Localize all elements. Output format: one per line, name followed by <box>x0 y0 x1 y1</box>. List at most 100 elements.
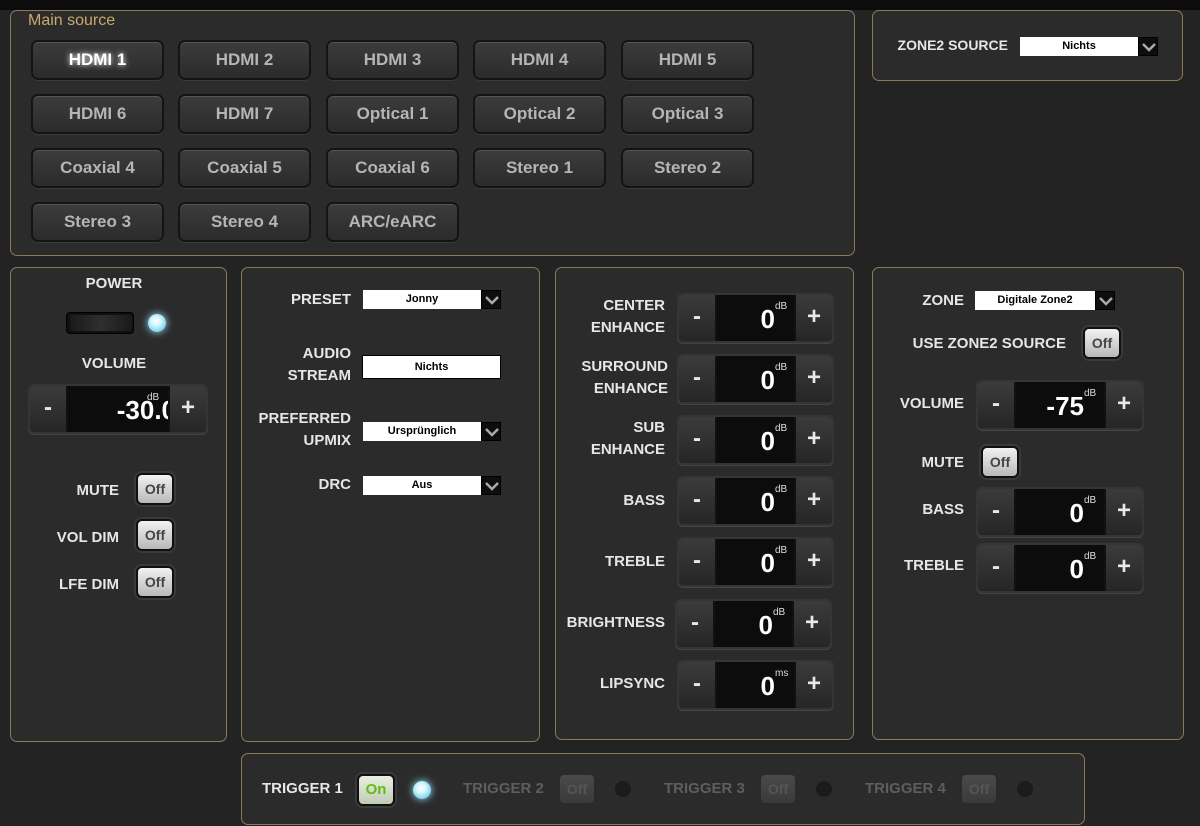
sub-enhance-stepper: - 0 dB + <box>677 415 834 465</box>
power-switch[interactable] <box>66 312 134 334</box>
trigger-4-label: TRIGGER 4 <box>865 780 946 797</box>
drc-select[interactable]: Aus <box>363 476 481 495</box>
zone2-volume-value: -75 <box>1046 391 1084 421</box>
top-bar <box>0 0 1200 10</box>
zone2-treble-plus-button[interactable]: + <box>1104 545 1142 591</box>
trigger-3-toggle[interactable]: Off <box>759 773 797 805</box>
brightness-value: 0 <box>758 610 773 640</box>
chevron-down-icon[interactable] <box>1095 291 1115 310</box>
trigger-2-toggle[interactable]: Off <box>558 773 596 805</box>
preset-select[interactable]: Jonny <box>363 290 481 309</box>
chevron-down-icon[interactable] <box>481 290 501 309</box>
lipsync-unit: ms <box>775 668 789 679</box>
use-zone2-source-toggle[interactable]: Off <box>1083 327 1121 359</box>
source-button-hdmi-3[interactable]: HDMI 3 <box>326 40 459 80</box>
lipsync-plus-button[interactable]: + <box>794 662 832 708</box>
treble-label: TREBLE <box>605 553 665 570</box>
sub-enhance-plus-button[interactable]: + <box>794 417 832 463</box>
source-button-coaxial-5[interactable]: Coaxial 5 <box>178 148 311 188</box>
lfe-dim-label: LFE DIM <box>59 576 119 593</box>
source-button-optical-1[interactable]: Optical 1 <box>326 94 459 134</box>
zone2-treble-stepper: - 0 dB + <box>976 543 1144 593</box>
zone2-mute-label: MUTE <box>921 454 965 471</box>
zone2-bass-stepper: - 0 dB + <box>976 487 1144 537</box>
treble-unit: dB <box>775 545 788 556</box>
audio-stream-label-line1: AUDIO <box>302 345 351 362</box>
volume-plus-button[interactable]: + <box>168 386 206 432</box>
brightness-minus-button[interactable]: - <box>677 601 715 647</box>
zone-select[interactable]: Digitale Zone2 <box>975 291 1095 310</box>
zone2-source-label: ZONE2 SOURCE <box>897 37 1008 53</box>
source-button-stereo-3[interactable]: Stereo 3 <box>31 202 164 242</box>
chevron-down-icon[interactable] <box>481 422 501 441</box>
trigger-4-toggle[interactable]: Off <box>960 773 998 805</box>
mute-label: MUTE <box>76 482 120 499</box>
preset-label: PRESET <box>290 291 351 308</box>
volume-minus-button[interactable]: - <box>30 386 68 432</box>
bass-plus-button[interactable]: + <box>794 478 832 524</box>
audio-settings-panel <box>241 267 540 742</box>
source-button-hdmi-7[interactable]: HDMI 7 <box>178 94 311 134</box>
source-button-optical-3[interactable]: Optical 3 <box>621 94 754 134</box>
source-button-hdmi-1[interactable]: HDMI 1 <box>31 40 164 80</box>
lipsync-minus-button[interactable]: - <box>679 662 717 708</box>
volume-label: VOLUME <box>81 355 147 372</box>
surround-enhance-stepper: - 0 dB + <box>677 354 834 404</box>
source-button-hdmi-2[interactable]: HDMI 2 <box>178 40 311 80</box>
source-button-hdmi-6[interactable]: HDMI 6 <box>31 94 164 134</box>
source-button-stereo-4[interactable]: Stereo 4 <box>178 202 311 242</box>
zone2-bass-label: BASS <box>922 501 964 518</box>
source-button-coaxial-6[interactable]: Coaxial 6 <box>326 148 459 188</box>
center-enhance-unit: dB <box>775 301 788 312</box>
volume-unit: dB <box>147 392 160 403</box>
surround-enhance-plus-button[interactable]: + <box>794 356 832 402</box>
zone2-volume-minus-button[interactable]: - <box>978 382 1016 428</box>
trigger-4-led <box>1016 780 1034 798</box>
zone2-bass-value: 0 <box>1069 498 1084 528</box>
center-enhance-stepper: - 0 dB + <box>677 293 834 343</box>
audio-stream-field: Nichts <box>362 355 501 379</box>
lfe-dim-toggle[interactable]: Off <box>136 566 174 598</box>
bass-stepper: - 0 dB + <box>677 476 834 526</box>
lipsync-value: 0 <box>760 671 775 701</box>
source-button-stereo-1[interactable]: Stereo 1 <box>473 148 606 188</box>
zone2-volume-plus-button[interactable]: + <box>1104 382 1142 428</box>
brightness-stepper: - 0 dB + <box>675 599 832 649</box>
source-button-stereo-2[interactable]: Stereo 2 <box>621 148 754 188</box>
zone2-volume-label: VOLUME <box>899 395 964 412</box>
center-enhance-plus-button[interactable]: + <box>794 295 832 341</box>
zone2-treble-unit: dB <box>1084 551 1097 562</box>
chevron-down-icon[interactable] <box>1138 37 1158 56</box>
zone2-treble-label: TREBLE <box>904 557 964 574</box>
sub-enhance-unit: dB <box>775 423 788 434</box>
chevron-down-icon[interactable] <box>481 476 501 495</box>
zone2-treble-minus-button[interactable]: - <box>978 545 1016 591</box>
zone2-mute-toggle[interactable]: Off <box>981 446 1019 478</box>
mute-toggle[interactable]: Off <box>136 473 174 505</box>
trigger-1-toggle[interactable]: On <box>357 774 395 806</box>
treble-value: 0 <box>760 548 775 578</box>
surround-enhance-minus-button[interactable]: - <box>679 356 717 402</box>
center-enhance-label-line1: CENTER <box>603 297 665 314</box>
zone-label: ZONE <box>922 292 964 309</box>
zone2-bass-plus-button[interactable]: + <box>1104 489 1142 535</box>
bass-minus-button[interactable]: - <box>679 478 717 524</box>
zone2-source-select[interactable]: Nichts <box>1020 37 1138 56</box>
treble-plus-button[interactable]: + <box>794 539 832 585</box>
source-button-optical-2[interactable]: Optical 2 <box>473 94 606 134</box>
preferred-upmix-select[interactable]: Ursprünglich <box>363 422 481 441</box>
bass-unit: dB <box>775 484 788 495</box>
zone2-bass-minus-button[interactable]: - <box>978 489 1016 535</box>
source-button-hdmi-4[interactable]: HDMI 4 <box>473 40 606 80</box>
trigger-3-led <box>815 780 833 798</box>
source-button-arc-earc[interactable]: ARC/eARC <box>326 202 459 242</box>
source-button-hdmi-5[interactable]: HDMI 5 <box>621 40 754 80</box>
zone2-volume-stepper: - -75 dB + <box>976 380 1144 430</box>
brightness-plus-button[interactable]: + <box>792 601 830 647</box>
center-enhance-minus-button[interactable]: - <box>679 295 717 341</box>
preferred-upmix-label-line1: PREFERRED <box>258 410 351 427</box>
source-button-coaxial-4[interactable]: Coaxial 4 <box>31 148 164 188</box>
vol-dim-toggle[interactable]: Off <box>136 519 174 551</box>
sub-enhance-minus-button[interactable]: - <box>679 417 717 463</box>
treble-minus-button[interactable]: - <box>679 539 717 585</box>
